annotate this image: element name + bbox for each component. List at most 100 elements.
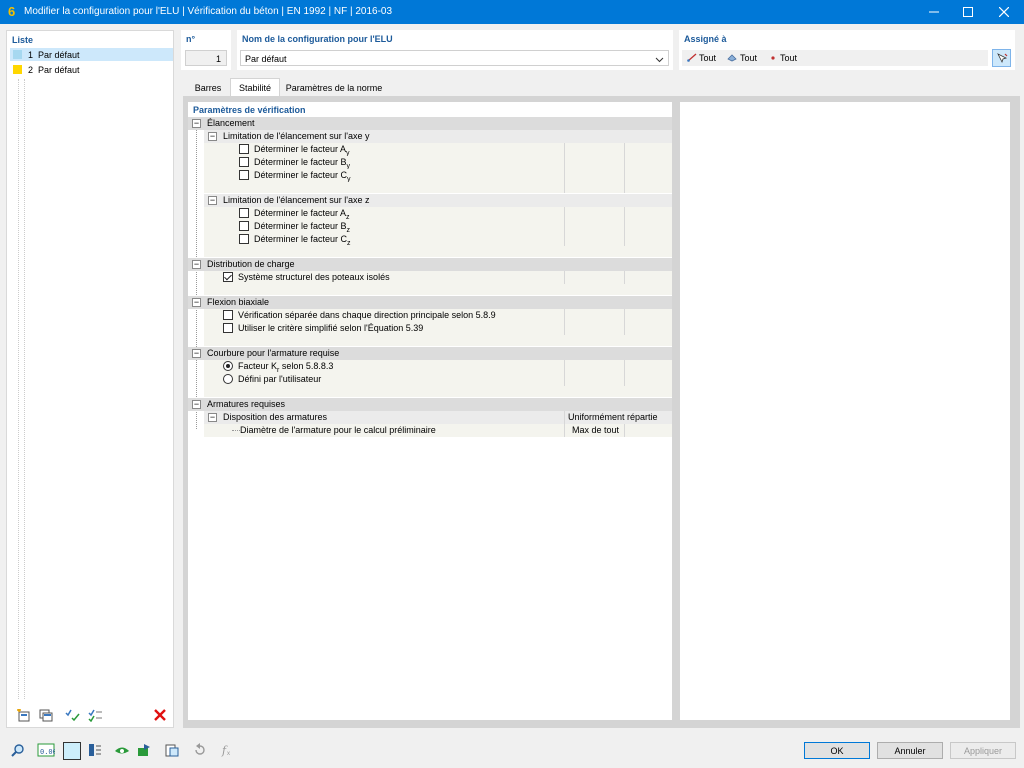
collapse-icon[interactable]: −	[192, 349, 201, 358]
param-row[interactable]: Facteur Kr selon 5.8.8.3	[204, 360, 672, 374]
info-icon[interactable]	[85, 742, 104, 758]
collapse-icon[interactable]: −	[192, 119, 201, 128]
checkbox-cz[interactable]	[239, 234, 249, 244]
group-elancement: − Élancement	[188, 117, 672, 130]
group-distribution: − Distribution de charge	[188, 258, 672, 271]
group-courbure: − Courbure pour l'armature requise	[188, 347, 672, 360]
tab-stabilite[interactable]: Stabilité	[230, 78, 280, 96]
reset-icon[interactable]	[190, 742, 209, 758]
group-label: Limitation de l'élancement sur l'axe z	[223, 195, 370, 205]
parameters-grid: Paramètres de vérification − Élancement …	[188, 102, 672, 720]
param-label: Utiliser le critère simplifié selon l'Éq…	[238, 323, 424, 333]
cancel-button[interactable]: Annuler	[877, 742, 943, 759]
collapse-icon[interactable]: −	[192, 400, 201, 409]
view-icon[interactable]	[112, 742, 131, 758]
column-divider	[564, 220, 565, 233]
name-dropdown[interactable]: Par défaut	[240, 50, 669, 66]
color-swatch	[13, 50, 22, 59]
check-icon[interactable]	[63, 707, 82, 723]
checkbox-systeme[interactable]	[223, 272, 233, 282]
assigned-label: Assigné à	[684, 34, 727, 44]
svg-text:0.00: 0.00	[40, 748, 55, 756]
list-header: Liste	[12, 35, 34, 45]
param-label: Déterminer le facteur Ay	[254, 144, 350, 157]
column-divider	[564, 373, 565, 386]
param-row[interactable]: Déterminer le facteur Ay	[204, 143, 672, 157]
tree-line	[232, 430, 240, 431]
color-icon[interactable]	[63, 742, 81, 760]
column-divider	[564, 411, 565, 424]
group-label: Courbure pour l'armature requise	[207, 348, 340, 358]
list-item[interactable]: 1 Par défaut	[10, 48, 173, 61]
grid-title: Paramètres de vérification	[193, 105, 306, 115]
param-row[interactable]: Déterminer le facteur Cy	[204, 169, 672, 183]
checkbox-critere[interactable]	[223, 323, 233, 333]
collapse-icon[interactable]: −	[192, 298, 201, 307]
close-icon[interactable]	[986, 0, 1022, 24]
checkbox-ay[interactable]	[239, 144, 249, 154]
delete-icon[interactable]	[150, 707, 169, 723]
ok-button[interactable]: OK	[804, 742, 870, 759]
checkbox-az[interactable]	[239, 208, 249, 218]
clipboard-icon[interactable]	[162, 742, 181, 758]
group-flexion: − Flexion biaxiale	[188, 296, 672, 309]
param-row[interactable]: Système structurel des poteaux isolés	[204, 271, 672, 284]
param-row[interactable]: Déterminer le facteur Az	[204, 207, 672, 221]
apply-button[interactable]: Appliquer	[950, 742, 1016, 759]
param-value[interactable]: Max de tout	[572, 425, 619, 435]
copy-icon[interactable]	[36, 707, 55, 723]
column-divider	[624, 233, 625, 246]
group-label: Élancement	[207, 118, 255, 128]
param-row[interactable]: Déterminer le facteur By	[204, 156, 672, 170]
param-value[interactable]: Uniformément répartie	[568, 412, 658, 422]
export-icon[interactable]	[134, 742, 153, 758]
spacer-row	[204, 386, 672, 397]
column-divider	[564, 156, 565, 169]
param-label: Déterminer le facteur Cy	[254, 170, 351, 183]
title-bar: 6 Modifier la configuration pour l'ELU |…	[0, 0, 1024, 24]
collapse-icon[interactable]: −	[192, 260, 201, 269]
radio-defini[interactable]	[223, 374, 233, 384]
group-label: Limitation de l'élancement sur l'axe y	[223, 131, 370, 141]
maximize-icon[interactable]	[950, 0, 986, 24]
param-row[interactable]: Déterminer le facteur Bz	[204, 220, 672, 234]
param-row[interactable]: Défini par l'utilisateur	[204, 373, 672, 386]
tab-parametres-norme[interactable]: Paramètres de la norme	[281, 79, 387, 96]
minimize-icon[interactable]	[916, 0, 952, 24]
formula-icon[interactable]: fx	[217, 742, 236, 758]
checkbox-bz[interactable]	[239, 221, 249, 231]
select-in-model-button[interactable]	[992, 49, 1011, 67]
info-panel	[680, 102, 1010, 720]
column-divider	[564, 233, 565, 246]
units-icon[interactable]: 0.00	[36, 742, 56, 758]
column-divider	[564, 360, 565, 373]
radio-facteur-kr[interactable]	[223, 361, 233, 371]
group-armatures: − Armatures requises	[188, 398, 672, 411]
new-icon[interactable]	[13, 707, 32, 723]
column-divider	[564, 169, 565, 182]
param-row[interactable]: − Disposition des armatures Uniformément…	[204, 411, 672, 424]
checkbox-cy[interactable]	[239, 170, 249, 180]
search-icon[interactable]	[8, 742, 27, 758]
column-divider	[564, 207, 565, 220]
collapse-icon[interactable]: −	[208, 132, 217, 141]
assigned-node: Tout	[780, 53, 798, 63]
check-list-icon[interactable]	[86, 707, 105, 723]
checkbox-separee[interactable]	[223, 310, 233, 320]
column-divider	[624, 220, 625, 233]
list-item-label: Par défaut	[38, 49, 80, 60]
column-divider	[624, 156, 625, 169]
param-row[interactable]: Utiliser le critère simplifié selon l'Éq…	[204, 322, 672, 335]
list-item[interactable]: 2 Par défaut	[10, 63, 173, 76]
column-divider	[564, 143, 565, 156]
param-label: Déterminer le facteur Az	[254, 208, 350, 221]
svg-text:x: x	[227, 751, 230, 757]
column-divider	[624, 360, 625, 373]
tab-barres[interactable]: Barres	[187, 79, 229, 96]
param-row[interactable]: Déterminer le facteur Cz	[204, 233, 672, 247]
param-row[interactable]: Diamètre de l'armature pour le calcul pr…	[204, 424, 672, 437]
checkbox-by[interactable]	[239, 157, 249, 167]
param-row[interactable]: Vérification séparée dans chaque directi…	[204, 309, 672, 322]
collapse-icon[interactable]: −	[208, 413, 217, 422]
collapse-icon[interactable]: −	[208, 196, 217, 205]
